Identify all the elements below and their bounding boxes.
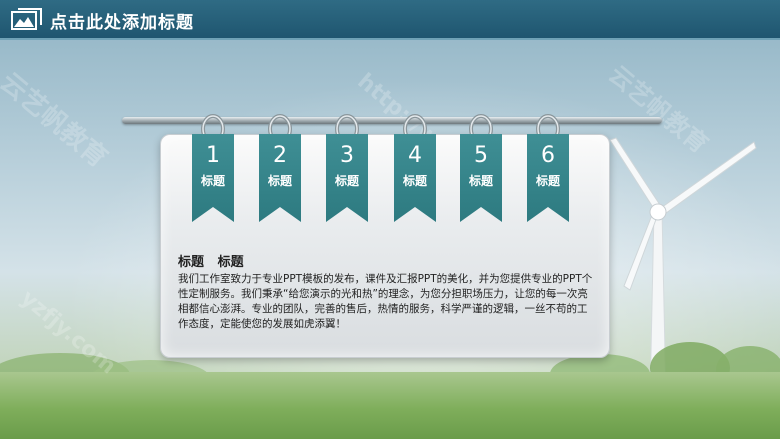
tag-number: 5 (474, 143, 488, 168)
tag-label: 标题 (535, 174, 560, 188)
tag-label: 标题 (200, 174, 225, 188)
tag-label: 标题 (468, 174, 493, 188)
content-body[interactable]: 我们工作室致力于专业PPT模板的发布，课件及汇报PPT的美化，并为您提供专业的P… (178, 272, 596, 332)
slide-title[interactable]: 点击此处添加标题 (50, 8, 194, 33)
tag-number: 3 (340, 143, 354, 168)
tag-number: 1 (206, 143, 220, 168)
grass-field (0, 372, 780, 439)
tag-label: 标题 (402, 174, 427, 188)
tag-label: 标题 (267, 174, 292, 188)
slide-header: 点击此处添加标题 (0, 0, 780, 40)
content-heading[interactable]: 标题 标题 (178, 251, 244, 270)
tag-number: 6 (541, 143, 555, 168)
tag-number: 2 (273, 143, 287, 168)
tag-label: 标题 (334, 174, 359, 188)
slide-icon (11, 8, 42, 30)
tag-number: 4 (408, 143, 422, 168)
